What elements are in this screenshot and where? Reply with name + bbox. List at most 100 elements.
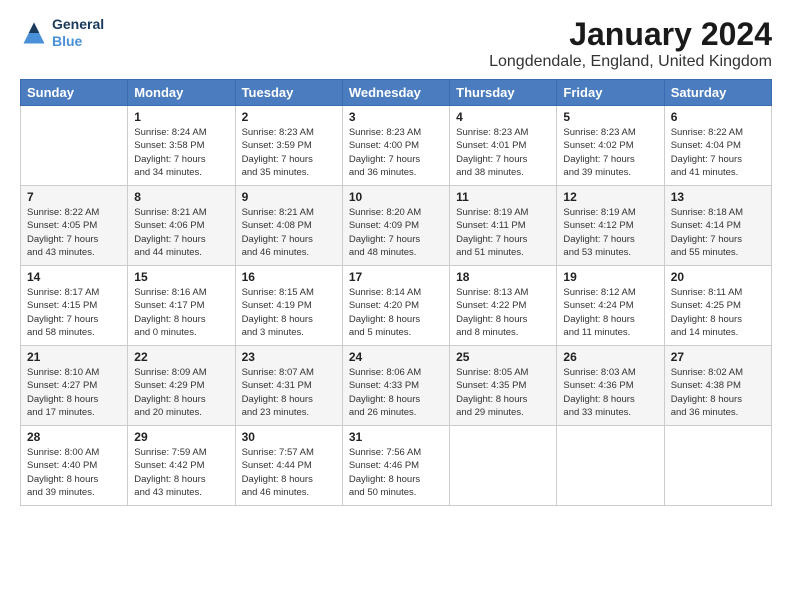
header-day-friday: Friday: [557, 80, 664, 106]
calendar-cell: 23Sunrise: 8:07 AM Sunset: 4:31 PM Dayli…: [235, 346, 342, 426]
day-info: Sunrise: 8:03 AM Sunset: 4:36 PM Dayligh…: [563, 366, 657, 419]
day-info: Sunrise: 8:09 AM Sunset: 4:29 PM Dayligh…: [134, 366, 228, 419]
calendar-cell: 3Sunrise: 8:23 AM Sunset: 4:00 PM Daylig…: [342, 106, 449, 186]
day-number: 29: [134, 430, 228, 444]
day-info: Sunrise: 8:22 AM Sunset: 4:04 PM Dayligh…: [671, 126, 765, 179]
header-day-sunday: Sunday: [21, 80, 128, 106]
week-row-5: 28 Sunrise: 8:00 AM Sunset: 4:40 PM Dayli…: [21, 426, 772, 506]
day-number: 3: [349, 110, 443, 124]
title-section: January 2024 Longdendale, England, Unite…: [489, 16, 772, 71]
day-number: 5: [563, 110, 657, 124]
day-number: 11: [456, 190, 550, 204]
calendar-cell: 28 Sunrise: 8:00 AM Sunset: 4:40 PM Dayli…: [21, 426, 128, 506]
calendar-cell: 8 Sunrise: 8:21 AM Sunset: 4:06 PM Daylig…: [128, 186, 235, 266]
calendar-cell: 6Sunrise: 8:22 AM Sunset: 4:04 PM Daylig…: [664, 106, 771, 186]
day-number: 25: [456, 350, 550, 364]
day-info: Sunrise: 8:23 AM Sunset: 4:02 PM Dayligh…: [563, 126, 657, 179]
calendar-cell: 22 Sunrise: 8:09 AM Sunset: 4:29 PM Dayli…: [128, 346, 235, 426]
calendar-cell: 4 Sunrise: 8:23 AM Sunset: 4:01 PM Daylig…: [450, 106, 557, 186]
day-info: Sunrise: 7:57 AM Sunset: 4:44 PM Dayligh…: [242, 446, 336, 499]
week-row-1: 1Sunrise: 8:24 AM Sunset: 3:58 PM Daylig…: [21, 106, 772, 186]
calendar-cell: 18 Sunrise: 8:13 AM Sunset: 4:22 PM Dayli…: [450, 266, 557, 346]
calendar-cell: 17 Sunrise: 8:14 AM Sunset: 4:20 PM Dayli…: [342, 266, 449, 346]
calendar-cell: 29 Sunrise: 7:59 AM Sunset: 4:42 PM Dayli…: [128, 426, 235, 506]
calendar-cell: 11 Sunrise: 8:19 AM Sunset: 4:11 PM Dayli…: [450, 186, 557, 266]
day-info: Sunrise: 8:23 AM Sunset: 3:59 PM Dayligh…: [242, 126, 336, 179]
day-number: 4: [456, 110, 550, 124]
calendar-cell: 13 Sunrise: 8:18 AM Sunset: 4:14 PM Dayli…: [664, 186, 771, 266]
day-info: Sunrise: 8:19 AM Sunset: 4:11 PM Dayligh…: [456, 206, 550, 259]
week-row-4: 21Sunrise: 8:10 AM Sunset: 4:27 PM Dayli…: [21, 346, 772, 426]
day-info: Sunrise: 8:14 AM Sunset: 4:20 PM Dayligh…: [349, 286, 443, 339]
header-row: SundayMondayTuesdayWednesdayThursdayFrid…: [21, 80, 772, 106]
header-day-tuesday: Tuesday: [235, 80, 342, 106]
calendar-cell: 10Sunrise: 8:20 AM Sunset: 4:09 PM Dayli…: [342, 186, 449, 266]
day-info: Sunrise: 8:11 AM Sunset: 4:25 PM Dayligh…: [671, 286, 765, 339]
logo-text: General Blue: [52, 16, 104, 50]
calendar-table: SundayMondayTuesdayWednesdayThursdayFrid…: [20, 79, 772, 506]
day-info: Sunrise: 8:22 AM Sunset: 4:05 PM Dayligh…: [27, 206, 121, 259]
subtitle: Longdendale, England, United Kingdom: [489, 53, 772, 71]
day-info: Sunrise: 8:16 AM Sunset: 4:17 PM Dayligh…: [134, 286, 228, 339]
calendar-cell: 31Sunrise: 7:56 AM Sunset: 4:46 PM Dayli…: [342, 426, 449, 506]
day-info: Sunrise: 8:12 AM Sunset: 4:24 PM Dayligh…: [563, 286, 657, 339]
day-info: Sunrise: 8:02 AM Sunset: 4:38 PM Dayligh…: [671, 366, 765, 419]
calendar-cell: 9 Sunrise: 8:21 AM Sunset: 4:08 PM Daylig…: [235, 186, 342, 266]
logo: General Blue: [20, 16, 104, 50]
day-number: 24: [349, 350, 443, 364]
day-number: 1: [134, 110, 228, 124]
day-number: 15: [134, 270, 228, 284]
day-number: 18: [456, 270, 550, 284]
day-info: Sunrise: 8:13 AM Sunset: 4:22 PM Dayligh…: [456, 286, 550, 339]
calendar-cell: [450, 426, 557, 506]
calendar-cell: 7Sunrise: 8:22 AM Sunset: 4:05 PM Daylig…: [21, 186, 128, 266]
day-number: 8: [134, 190, 228, 204]
day-info: Sunrise: 7:59 AM Sunset: 4:42 PM Dayligh…: [134, 446, 228, 499]
calendar-header: SundayMondayTuesdayWednesdayThursdayFrid…: [21, 80, 772, 106]
calendar-cell: 15 Sunrise: 8:16 AM Sunset: 4:17 PM Dayli…: [128, 266, 235, 346]
day-info: Sunrise: 8:00 AM Sunset: 4:40 PM Dayligh…: [27, 446, 121, 499]
day-info: Sunrise: 8:06 AM Sunset: 4:33 PM Dayligh…: [349, 366, 443, 419]
day-info: Sunrise: 8:19 AM Sunset: 4:12 PM Dayligh…: [563, 206, 657, 259]
header: General Blue January 2024 Longdendale, E…: [20, 16, 772, 71]
day-number: 23: [242, 350, 336, 364]
day-number: 26: [563, 350, 657, 364]
main-title: January 2024: [489, 16, 772, 53]
day-info: Sunrise: 8:21 AM Sunset: 4:08 PM Dayligh…: [242, 206, 336, 259]
day-info: Sunrise: 8:21 AM Sunset: 4:06 PM Dayligh…: [134, 206, 228, 259]
day-info: Sunrise: 7:56 AM Sunset: 4:46 PM Dayligh…: [349, 446, 443, 499]
calendar-cell: 1Sunrise: 8:24 AM Sunset: 3:58 PM Daylig…: [128, 106, 235, 186]
page: General Blue January 2024 Longdendale, E…: [0, 0, 792, 612]
day-info: Sunrise: 8:23 AM Sunset: 4:01 PM Dayligh…: [456, 126, 550, 179]
day-number: 9: [242, 190, 336, 204]
calendar-cell: 20 Sunrise: 8:11 AM Sunset: 4:25 PM Dayli…: [664, 266, 771, 346]
day-number: 28: [27, 430, 121, 444]
calendar-cell: 24 Sunrise: 8:06 AM Sunset: 4:33 PM Dayli…: [342, 346, 449, 426]
day-number: 14: [27, 270, 121, 284]
day-number: 12: [563, 190, 657, 204]
day-number: 2: [242, 110, 336, 124]
day-number: 20: [671, 270, 765, 284]
day-info: Sunrise: 8:15 AM Sunset: 4:19 PM Dayligh…: [242, 286, 336, 339]
calendar-cell: [557, 426, 664, 506]
day-info: Sunrise: 8:18 AM Sunset: 4:14 PM Dayligh…: [671, 206, 765, 259]
day-number: 17: [349, 270, 443, 284]
logo-icon: [20, 19, 48, 47]
day-number: 21: [27, 350, 121, 364]
calendar-cell: 30Sunrise: 7:57 AM Sunset: 4:44 PM Dayli…: [235, 426, 342, 506]
header-day-wednesday: Wednesday: [342, 80, 449, 106]
calendar-cell: 21Sunrise: 8:10 AM Sunset: 4:27 PM Dayli…: [21, 346, 128, 426]
header-day-saturday: Saturday: [664, 80, 771, 106]
calendar-cell: 16Sunrise: 8:15 AM Sunset: 4:19 PM Dayli…: [235, 266, 342, 346]
day-number: 27: [671, 350, 765, 364]
day-number: 13: [671, 190, 765, 204]
calendar-cell: 25Sunrise: 8:05 AM Sunset: 4:35 PM Dayli…: [450, 346, 557, 426]
calendar-body: 1Sunrise: 8:24 AM Sunset: 3:58 PM Daylig…: [21, 106, 772, 506]
day-info: Sunrise: 8:20 AM Sunset: 4:09 PM Dayligh…: [349, 206, 443, 259]
calendar-cell: 14Sunrise: 8:17 AM Sunset: 4:15 PM Dayli…: [21, 266, 128, 346]
calendar-cell: 2 Sunrise: 8:23 AM Sunset: 3:59 PM Daylig…: [235, 106, 342, 186]
calendar-cell: [21, 106, 128, 186]
day-number: 22: [134, 350, 228, 364]
week-row-2: 7Sunrise: 8:22 AM Sunset: 4:05 PM Daylig…: [21, 186, 772, 266]
week-row-3: 14Sunrise: 8:17 AM Sunset: 4:15 PM Dayli…: [21, 266, 772, 346]
